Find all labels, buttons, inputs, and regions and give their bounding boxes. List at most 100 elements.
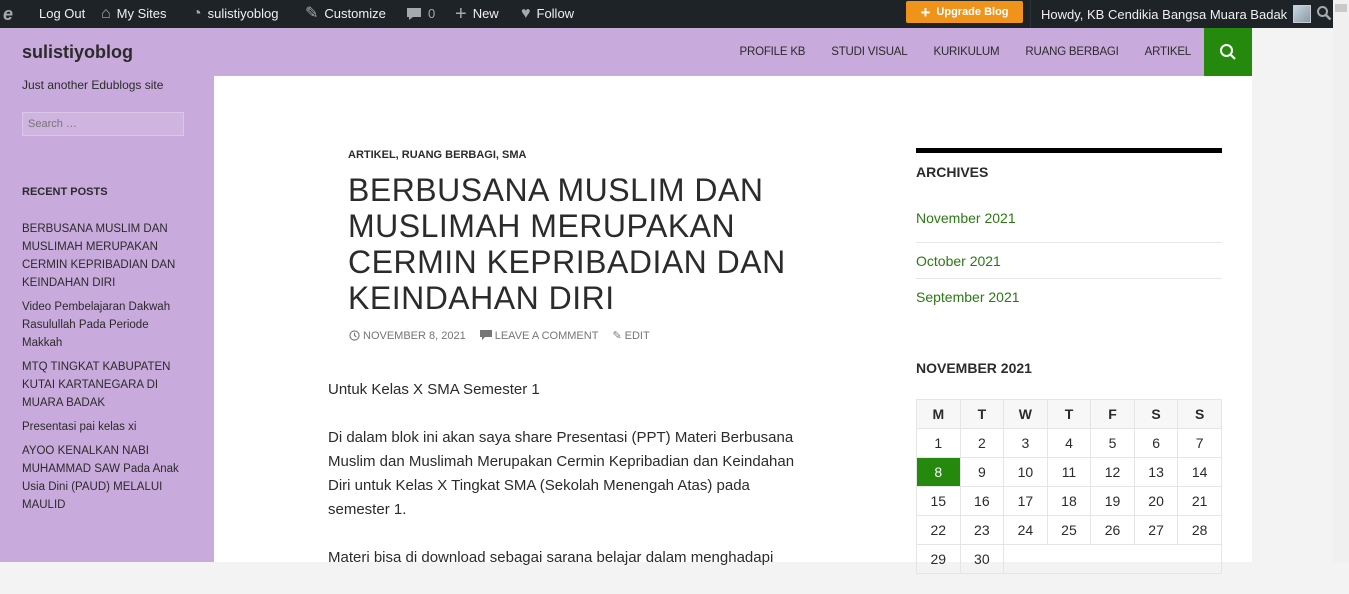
comment-icon <box>479 330 492 340</box>
leave-comment-link[interactable]: LEAVE A COMMENT <box>479 329 599 342</box>
calendar-day: 20 <box>1133 486 1179 516</box>
calendar-day: 4 <box>1046 428 1092 458</box>
my-sites-menu[interactable]: ⌂ My Sites <box>101 0 167 28</box>
heart-icon: ♥ <box>521 5 531 22</box>
nav-ruang-berbagi[interactable]: RUANG BERBAGI <box>1012 46 1131 58</box>
upgrade-blog-button[interactable]: + Upgrade Blog <box>906 1 1023 23</box>
dashboard-icon: ◔ <box>192 5 202 22</box>
post-date-link[interactable]: NOVEMBER 8, 2021 <box>349 329 466 342</box>
post-paragraph: Di dalam blok ini akan saya share Presen… <box>328 429 795 518</box>
nav-studi-visual[interactable]: STUDI VISUAL <box>818 46 920 58</box>
weekday-header: S <box>1133 399 1179 429</box>
calendar-day: 17 <box>1003 486 1048 516</box>
upgrade-label: Upgrade Blog <box>936 6 1009 18</box>
avatar <box>1293 5 1312 23</box>
admin-bar: e Log Out ⌂ My Sites ◔ sulistiyoblog ✎ C… <box>0 0 1333 28</box>
recent-post-link[interactable]: BERBUSANA MUSLIM DAN MUSLIMAH MERUPAKAN … <box>22 220 192 292</box>
new-label: New <box>472 6 499 21</box>
customize-link[interactable]: ✎ Customize <box>305 0 386 28</box>
calendar-day-linked[interactable]: 8 <box>916 457 961 487</box>
calendar-day: 18 <box>1046 486 1092 516</box>
post-paragraph: Untuk Kelas X SMA Semester 1 <box>328 381 540 398</box>
calendar-day: 13 <box>1133 457 1179 487</box>
header-search-toggle[interactable] <box>1204 28 1252 76</box>
weekday-header: S <box>1177 399 1222 429</box>
calendar-week: 15 16 17 18 19 20 21 <box>916 486 1222 516</box>
calendar-week: 1234567 <box>916 428 1222 458</box>
weekday-header: T <box>959 399 1005 429</box>
recent-post-link[interactable]: MTQ TINGKAT KABUPATEN KUTAI KARTANEGARA … <box>22 358 192 412</box>
edublogs-logo-button[interactable]: e <box>3 0 13 28</box>
edit-label: EDIT <box>624 329 650 342</box>
calendar-day: 9 <box>959 457 1005 487</box>
comment-count: 0 <box>428 6 436 21</box>
post-paragraph: Materi bisa di download sebagai sarana b… <box>328 549 774 566</box>
calendar-day: 25 <box>1046 515 1092 545</box>
calendar-day: 23 <box>959 515 1005 545</box>
account-menu[interactable]: Howdy, KB Cendikia Bangsa Muara Badak <box>1030 0 1312 28</box>
calendar-day: 29 <box>916 544 961 574</box>
comment-icon <box>406 6 422 22</box>
calendar-day: 28 <box>1177 515 1222 545</box>
calendar-day: 2 <box>959 428 1005 458</box>
calendar-day: 14 <box>1177 457 1222 487</box>
calendar-day: 1 <box>916 428 961 458</box>
nav-kurikulum[interactable]: KURIKULUM <box>920 46 1012 58</box>
follow-link[interactable]: ♥ Follow <box>521 0 574 28</box>
brush-icon: ✎ <box>305 5 319 22</box>
recent-posts-title: RECENT POSTS <box>22 186 108 198</box>
archive-link[interactable]: September 2021 <box>916 278 1222 314</box>
nav-artikel[interactable]: ARTIKEL <box>1132 46 1204 58</box>
post-date: NOVEMBER 8, 2021 <box>363 329 466 342</box>
edit-link[interactable]: ✎ EDIT <box>612 329 650 343</box>
site-title[interactable]: sulistiyoblog <box>22 42 133 63</box>
page-scrollbar[interactable] <box>1333 0 1349 562</box>
sidebar-search-input[interactable] <box>22 112 184 136</box>
recent-post-link[interactable]: Presentasi pai kelas xi <box>22 418 192 436</box>
customize-label: Customize <box>324 6 386 21</box>
calendar-day: 11 <box>1046 457 1092 487</box>
clock-icon <box>349 330 360 341</box>
site-header: sulistiyoblog PROFILE KB STUDI VISUAL KU… <box>0 28 1252 76</box>
site-tagline: Just another Edublogs site <box>22 78 164 92</box>
calendar-week: 29 30 <box>916 544 1222 574</box>
scrollbar-thumb[interactable] <box>1335 4 1347 12</box>
calendar-day: 26 <box>1090 515 1135 545</box>
archive-link[interactable]: October 2021 <box>916 242 1222 278</box>
archive-link[interactable]: November 2021 <box>916 206 1222 242</box>
archives-list: November 2021 October 2021 September 202… <box>916 206 1222 314</box>
calendar-day: 21 <box>1177 486 1222 516</box>
calendar-day: 7 <box>1177 428 1222 458</box>
pencil-icon: ✎ <box>612 330 622 342</box>
calendar-day: 30 <box>959 544 1005 574</box>
calendar-day: 6 <box>1133 428 1179 458</box>
logout-label: Log Out <box>39 6 86 21</box>
site-name-menu[interactable]: ◔ sulistiyoblog <box>192 0 279 28</box>
edublogs-logo-icon: e <box>3 4 14 24</box>
logout-link[interactable]: Log Out <box>39 0 85 28</box>
search-icon <box>1317 6 1332 21</box>
new-content-menu[interactable]: + New <box>455 0 499 28</box>
weekday-header: T <box>1046 399 1092 429</box>
site-name-label: sulistiyoblog <box>207 6 279 21</box>
nav-profile-kb[interactable]: PROFILE KB <box>727 46 819 58</box>
my-sites-label: My Sites <box>116 6 167 21</box>
calendar-body: 1 2 3 4 5 6 7 8 9 10 11 12 13 14 15 16 17 18 19 20 21 22 23 24 2… <box>916 428 1222 574</box>
primary-nav: PROFILE KB STUDI VISUAL KURIKULUM RUANG … <box>727 28 1204 76</box>
calendar-title: NOVEMBER 2021 <box>916 360 1032 376</box>
my-sites-icon: ⌂ <box>101 5 111 22</box>
weekday-header: F <box>1090 399 1135 429</box>
calendar-day: 27 <box>1133 515 1179 545</box>
leave-comment-label: LEAVE A COMMENT <box>494 329 599 342</box>
plus-icon: + <box>455 3 467 25</box>
calendar-day: 24 <box>1003 515 1048 545</box>
post-title: BERBUSANA MUSLIM DAN MUSLIMAH MERUPAKAN … <box>348 172 786 316</box>
recent-post-link[interactable]: Video Pembelajaran Dakwah Rasulullah Pad… <box>22 298 192 352</box>
recent-post-link[interactable]: AYOO KENALKAN NABI MUHAMMAD SAW Pada Ana… <box>22 442 192 514</box>
admin-search-button[interactable] <box>1316 5 1332 24</box>
post-meta: NOVEMBER 8, 2021 LEAVE A COMMENT ✎ EDIT <box>349 329 650 342</box>
left-sidebar: Just another Edublogs site RECENT POSTS … <box>0 76 214 562</box>
calendar-week: 8 9 10 11 12 13 14 <box>916 457 1222 487</box>
post-categories[interactable]: ARTIKEL, RUANG BERBAGI, SMA <box>348 149 526 161</box>
comments-link[interactable]: 0 <box>406 0 435 28</box>
